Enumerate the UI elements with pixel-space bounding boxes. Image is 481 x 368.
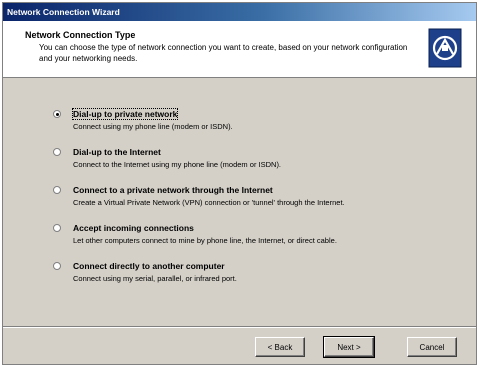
option-label[interactable]: Connect directly to another computer xyxy=(73,261,225,271)
footer-separator xyxy=(3,326,476,328)
next-button[interactable]: Next > xyxy=(323,336,375,358)
radio-accept-incoming[interactable] xyxy=(53,224,61,232)
option-label[interactable]: Connect to a private network through the… xyxy=(73,185,273,195)
connection-type-options: Dial-up to private network Connect using… xyxy=(53,108,463,299)
page-title: Network Connection Type xyxy=(25,30,136,40)
title-bar: Network Connection Wizard xyxy=(3,3,476,21)
option-description: Connect using my serial, parallel, or in… xyxy=(73,274,237,283)
radio-vpn[interactable] xyxy=(53,186,61,194)
option-label[interactable]: Accept incoming connections xyxy=(73,223,194,233)
option-description: Connect to the Internet using my phone l… xyxy=(73,160,282,169)
option-description: Let other computers connect to mine by p… xyxy=(73,236,337,245)
option-description: Connect using my phone line (modem or IS… xyxy=(73,122,233,131)
wizard-header: Network Connection Type You can choose t… xyxy=(3,21,476,78)
page-description: You can choose the type of network conne… xyxy=(39,43,408,63)
option-accept-incoming[interactable]: Accept incoming connections Let other co… xyxy=(53,223,463,261)
option-label[interactable]: Dial-up to private network xyxy=(71,108,179,120)
radio-direct-connect[interactable] xyxy=(53,262,61,270)
option-dialup-internet[interactable]: Dial-up to the Internet Connect to the I… xyxy=(53,147,463,185)
option-label[interactable]: Dial-up to the Internet xyxy=(73,147,161,157)
cancel-button[interactable]: Cancel xyxy=(407,337,457,357)
radio-dialup-private[interactable] xyxy=(53,110,61,118)
option-vpn[interactable]: Connect to a private network through the… xyxy=(53,185,463,223)
wizard-window: Network Connection Wizard Network Connec… xyxy=(2,2,477,365)
option-dialup-private[interactable]: Dial-up to private network Connect using… xyxy=(53,108,463,147)
option-direct-connect[interactable]: Connect directly to another computer Con… xyxy=(53,261,463,299)
network-wizard-icon xyxy=(428,28,462,68)
back-button[interactable]: < Back xyxy=(255,337,305,357)
option-description: Create a Virtual Private Network (VPN) c… xyxy=(73,198,345,207)
radio-dialup-internet[interactable] xyxy=(53,148,61,156)
